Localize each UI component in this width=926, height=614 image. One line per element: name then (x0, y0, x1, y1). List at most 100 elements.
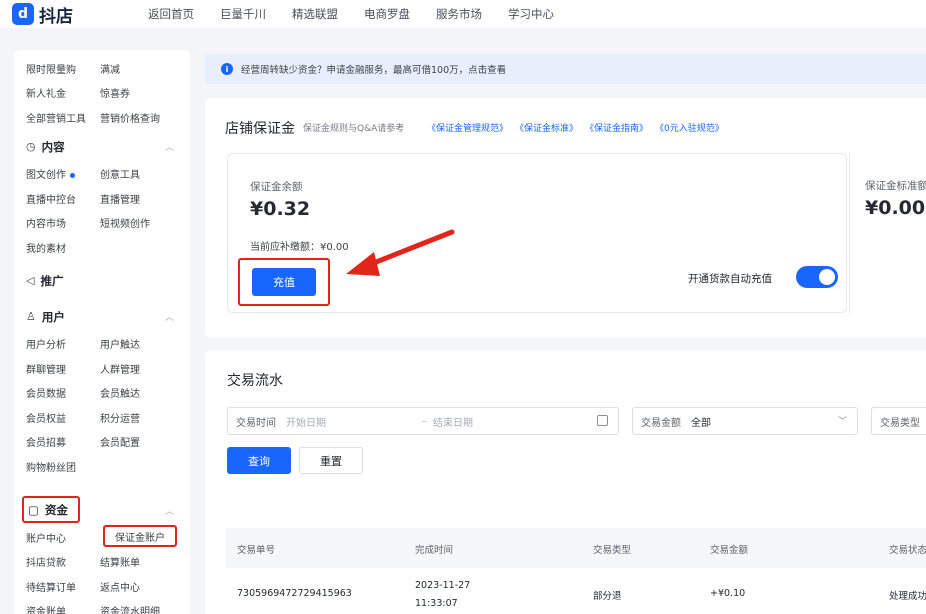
recharge-button[interactable]: 充值 (252, 268, 316, 296)
column-header: 交易金额 (710, 545, 749, 556)
type-select[interactable]: 交易类型 (871, 407, 926, 435)
deposit-title: 店铺保证金 (225, 121, 295, 137)
sidebar-row: 抖店贷款 结算账单 (26, 550, 174, 575)
sidebar-item-fan-group[interactable]: 购物粉丝团 (26, 459, 100, 474)
link-deposit-standard[interactable]: 《保证金标准》 (515, 121, 578, 134)
nav-home[interactable]: 返回首页 (148, 6, 194, 22)
cell-type: 部分退 (593, 591, 622, 602)
link-zero-entry[interactable]: 《0元入驻规范》 (655, 121, 724, 134)
table-row: 7305969472729415963 2023-11-27 11:33:07 … (225, 570, 926, 614)
cell-status: 处理成功 (889, 591, 926, 602)
sidebar-item-short-video[interactable]: 短视频创作 (100, 215, 174, 230)
cell-date: 2023-11-27 (415, 580, 471, 591)
sidebar-row: 新人礼金 惊喜券 (26, 81, 190, 106)
red-arrow-annotation (346, 229, 455, 276)
chevron-up-icon: ︿ (164, 507, 174, 517)
sidebar-section-title: 用户 (41, 309, 65, 324)
sidebar-section-funds[interactable]: ▢ 资金 (22, 496, 80, 523)
sidebar-section-content[interactable]: ◷ 内容 ︿ (26, 132, 190, 162)
sidebar-item-account-center[interactable]: 账户中心 (26, 530, 100, 545)
table-header: 交易单号 完成时间 交易类型 交易金额 交易状态 (225, 528, 926, 568)
sidebar-section-promotion[interactable]: ◁ 推广 (26, 266, 190, 296)
balance-value: ¥0.32 (250, 198, 311, 220)
amount-select[interactable]: 交易金额 全部 ﹀ (632, 407, 858, 435)
logo-icon: d (12, 3, 34, 25)
logo[interactable]: d 抖店 (12, 2, 132, 27)
link-deposit-management[interactable]: 《保证金管理规范》 (427, 121, 508, 134)
sidebar-item-flash-sale[interactable]: 限时限量购 (26, 61, 100, 76)
start-date-input[interactable]: 开始日期 (286, 414, 326, 429)
sidebar-item-newcomer-gift[interactable]: 新人礼金 (26, 85, 100, 100)
sidebar-item-price-query[interactable]: 营销价格查询 (100, 110, 174, 125)
top-bar: d 抖店 返回首页 巨量千川 精选联盟 电商罗盘 服务市场 学习中心 (0, 0, 926, 28)
sidebar-item-full-reduction[interactable]: 满减 (100, 61, 174, 76)
sidebar-item-rebate-center[interactable]: 返点中心 (100, 579, 174, 594)
calendar-icon (597, 415, 608, 426)
auto-recharge-toggle[interactable] (796, 266, 838, 288)
nav-qianchuan[interactable]: 巨量千川 (220, 6, 266, 22)
cell-amount: +¥0.10 (710, 588, 746, 599)
sidebar-item-graphic-creation[interactable]: 图文创作 (26, 166, 100, 181)
transaction-title: 交易流水 (227, 373, 283, 389)
column-header: 交易单号 (237, 545, 276, 556)
wallet-icon: ▢ (28, 502, 39, 517)
filter-label: 交易类型 (880, 417, 920, 429)
logo-text: 抖店 (39, 6, 73, 27)
sidebar-section-users[interactable]: ♙ 用户 ︿ (26, 302, 190, 332)
nav-alliance[interactable]: 精选联盟 (292, 6, 338, 22)
sidebar-item-fund-flow[interactable]: 资金流水明细 (100, 603, 174, 614)
sidebar-item-deposit-account[interactable]: 保证金账户 (103, 525, 177, 547)
sidebar-item-user-analysis[interactable]: 用户分析 (26, 336, 100, 351)
end-date-input[interactable]: 结束日期 (433, 414, 473, 429)
column-header: 交易状态 (889, 545, 926, 556)
notice-text: 经营周转缺少资金？申请金融服务，最高可借100万，点击查看 (241, 65, 507, 76)
nav-service-market[interactable]: 服务市场 (436, 6, 482, 22)
sidebar-row: 内容市场 短视频创作 (26, 211, 190, 236)
cell-time: 11:33:07 (415, 598, 458, 609)
sidebar-item-settlement-bill[interactable]: 结算账单 (100, 554, 174, 569)
sidebar-section-title: 推广 (40, 273, 64, 288)
nav-compass[interactable]: 电商罗盘 (364, 6, 410, 22)
sidebar-item-group-chat[interactable]: 群聊管理 (26, 361, 100, 376)
sidebar-item-pending-orders[interactable]: 待结算订单 (26, 579, 100, 594)
sidebar-item-points[interactable]: 积分运营 (100, 410, 174, 425)
sidebar-item-all-tools[interactable]: 全部营销工具 (26, 110, 100, 125)
sidebar-item-live-console[interactable]: 直播中控台 (26, 191, 100, 206)
sidebar-row: 会员招募 会员配置 (26, 430, 190, 455)
deposit-standard-panel: 保证金标准额 ¥0.00 (849, 153, 926, 313)
sidebar-item-user-reach[interactable]: 用户触达 (100, 336, 174, 351)
sidebar-item-live-management[interactable]: 直播管理 (100, 191, 174, 206)
sidebar-row: 会员数据 会员触达 (26, 381, 190, 406)
filter-label: 交易时间 (236, 417, 276, 429)
date-range-picker[interactable]: 交易时间 开始日期 – 结束日期 (227, 407, 619, 435)
sidebar-section-title: 资金 (44, 502, 68, 517)
sidebar-item-member-recruit[interactable]: 会员招募 (26, 434, 100, 449)
reset-button[interactable]: 重置 (299, 447, 363, 474)
sidebar-item-surprise-coupon[interactable]: 惊喜券 (100, 85, 174, 100)
sidebar-row: 全部营销工具 营销价格查询 (26, 105, 190, 130)
finance-notice[interactable]: i 经营周转缺少资金？申请金融服务，最高可借100万，点击查看 (205, 54, 926, 84)
nav-learning-center[interactable]: 学习中心 (508, 6, 554, 22)
sidebar-item-crowd-management[interactable]: 人群管理 (100, 361, 174, 376)
sidebar-row: 待结算订单 返点中心 (26, 574, 174, 599)
amount-select-value: 全部 (691, 417, 711, 429)
sidebar-item-creative-tools[interactable]: 创意工具 (100, 166, 174, 181)
sidebar-row: 用户分析 用户触达 (26, 332, 190, 357)
sidebar-row: 直播中控台 直播管理 (26, 186, 190, 211)
sidebar-row: 图文创作 创意工具 (26, 162, 190, 187)
content-icon: ◷ (26, 140, 36, 153)
deposit-rules-text: 保证金规则与Q&A请参考 (303, 124, 405, 134)
sidebar-item-fund-bill[interactable]: 资金账单 (26, 603, 100, 614)
sidebar-item-loan[interactable]: 抖店贷款 (26, 554, 100, 569)
sidebar-item-member-reach[interactable]: 会员触达 (100, 385, 174, 400)
sidebar-item-my-materials[interactable]: 我的素材 (26, 240, 100, 255)
sidebar-item-member-benefits[interactable]: 会员权益 (26, 410, 100, 425)
sidebar-item-member-data[interactable]: 会员数据 (26, 385, 100, 400)
link-deposit-guide[interactable]: 《保证金指南》 (585, 121, 648, 134)
auto-recharge-label: 开通货款自动充值 (688, 273, 772, 285)
sidebar-row: 购物粉丝团 (26, 454, 190, 479)
query-button[interactable]: 查询 (227, 447, 291, 474)
sidebar-item-member-config[interactable]: 会员配置 (100, 434, 174, 449)
sidebar-item-content-market[interactable]: 内容市场 (26, 215, 100, 230)
new-dot-icon (70, 172, 75, 178)
